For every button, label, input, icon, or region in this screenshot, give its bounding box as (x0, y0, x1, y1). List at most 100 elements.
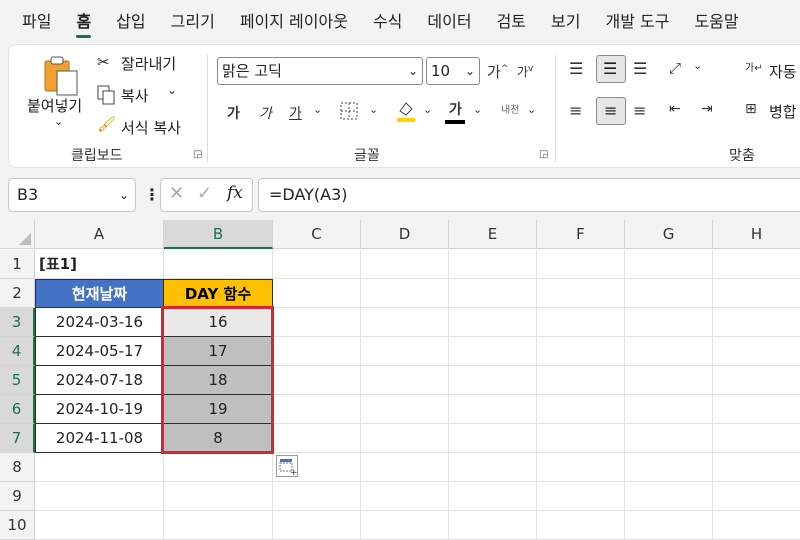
grid-cell[interactable] (625, 482, 713, 511)
row-header-10[interactable]: 10 (0, 511, 35, 540)
grid-cell[interactable] (273, 279, 361, 308)
grid-cell[interactable] (35, 482, 164, 511)
copy-button[interactable]: 복사 (121, 85, 149, 106)
grid-cell[interactable] (361, 453, 449, 482)
row-header-5[interactable]: 5 (0, 366, 35, 395)
grid-cell[interactable] (361, 250, 449, 279)
menu-developer[interactable]: 개발 도구 (605, 0, 669, 44)
column-header-d[interactable]: D (361, 220, 449, 249)
align-right-icon[interactable]: ≡ (633, 101, 646, 120)
name-box[interactable]: B3 ⌄ (8, 178, 136, 212)
grid-cell[interactable] (449, 482, 537, 511)
cell-a3[interactable]: 2024-03-16 (35, 308, 164, 337)
font-color-button[interactable]: 가 (449, 99, 462, 119)
align-middle-button[interactable]: ☰ (596, 55, 626, 83)
wrap-text-icon[interactable]: 가↵ (745, 59, 763, 74)
grid-cell[interactable] (449, 337, 537, 366)
grid-cell[interactable] (537, 308, 625, 337)
italic-button[interactable]: 가 (259, 103, 272, 123)
grid-cell[interactable] (625, 337, 713, 366)
column-header-h[interactable]: H (713, 220, 800, 249)
grid-cell[interactable] (449, 308, 537, 337)
cell-b6[interactable]: 19 (163, 395, 273, 424)
grid-cell[interactable] (713, 482, 800, 511)
formula-input[interactable]: =DAY(A3) (258, 178, 800, 212)
cell-a7[interactable]: 2024-11-08 (35, 424, 164, 453)
increase-indent-icon[interactable]: ⇥ (701, 101, 713, 117)
font-dialog-launcher-icon[interactable]: ◲ (539, 149, 548, 160)
grid-cell[interactable] (449, 366, 537, 395)
decrease-indent-icon[interactable]: ⇤ (669, 101, 681, 117)
grid-cell[interactable] (713, 279, 800, 308)
grid-cell[interactable] (273, 395, 361, 424)
grid-cell[interactable] (361, 424, 449, 453)
menu-review[interactable]: 검토 (497, 0, 526, 44)
cell-a5[interactable]: 2024-07-18 (35, 366, 164, 395)
grid-cell[interactable] (449, 511, 537, 540)
grid-cell[interactable] (361, 337, 449, 366)
paste-button[interactable]: 붙여넣기 (27, 95, 82, 116)
grid-cell[interactable] (273, 337, 361, 366)
cell-a1[interactable]: [표1] (35, 250, 164, 279)
wrap-text-button[interactable]: 자동 (769, 61, 797, 82)
column-header-e[interactable]: E (449, 220, 537, 249)
grid-cell[interactable] (361, 279, 449, 308)
insert-function-icon[interactable]: fx (227, 183, 243, 203)
grid-cell[interactable] (164, 511, 273, 540)
grid-cell[interactable] (625, 424, 713, 453)
underline-dropdown-icon[interactable]: ⌄ (313, 103, 322, 116)
grid-cell[interactable] (713, 453, 800, 482)
grid-cell[interactable] (449, 453, 537, 482)
column-header-g[interactable]: G (625, 220, 713, 249)
grid-cell[interactable] (537, 424, 625, 453)
cell-b7[interactable]: 8 (163, 424, 273, 453)
bold-button[interactable]: 가 (227, 103, 240, 123)
column-header-f[interactable]: F (537, 220, 625, 249)
orientation-icon[interactable]: ⤢ (669, 59, 681, 77)
paste-icon[interactable] (41, 55, 81, 97)
menu-view[interactable]: 보기 (551, 0, 580, 44)
grid-cell[interactable] (625, 250, 713, 279)
grid-cell[interactable] (713, 366, 800, 395)
menu-formulas[interactable]: 수식 (373, 0, 402, 44)
border-icon[interactable] (339, 101, 359, 121)
row-header-1[interactable]: 1 (0, 250, 35, 279)
grid-cell[interactable] (625, 395, 713, 424)
grid-cell[interactable] (537, 395, 625, 424)
clipboard-dialog-launcher-icon[interactable]: ◲ (193, 149, 202, 160)
menu-help[interactable]: 도움말 (694, 0, 738, 44)
font-name-combo[interactable]: 맑은 고딕 ⌄ (217, 57, 423, 85)
menu-insert[interactable]: 삽입 (116, 0, 145, 44)
cell-b2-header[interactable]: DAY 함수 (163, 279, 273, 308)
font-color-dropdown-icon[interactable]: ⌄ (473, 103, 482, 116)
phonetic-button[interactable]: 내천 (501, 101, 519, 116)
menu-page-layout[interactable]: 페이지 레이아웃 (240, 0, 348, 44)
grid-cell[interactable] (361, 366, 449, 395)
cell-a4[interactable]: 2024-05-17 (35, 337, 164, 366)
grow-font-button[interactable]: 가^ (487, 61, 508, 82)
column-header-c[interactable]: C (273, 220, 361, 249)
grid-cell[interactable] (537, 250, 625, 279)
cell-b3[interactable]: 16 (163, 308, 273, 337)
fill-color-dropdown-icon[interactable]: ⌄ (423, 103, 432, 116)
grid-cell[interactable] (273, 424, 361, 453)
select-all-corner[interactable] (0, 220, 35, 249)
menu-data[interactable]: 데이터 (427, 0, 471, 44)
grid-cell[interactable] (164, 453, 273, 482)
grid-cell[interactable] (361, 308, 449, 337)
merge-button[interactable]: 병합 (769, 101, 797, 122)
row-header-4[interactable]: 4 (0, 337, 35, 366)
format-painter-button[interactable]: 서식 복사 (121, 117, 181, 138)
grid-cell[interactable] (449, 279, 537, 308)
grid-cell[interactable] (625, 279, 713, 308)
border-dropdown-icon[interactable]: ⌄ (369, 103, 378, 116)
grid-cell[interactable] (449, 395, 537, 424)
grid-cell[interactable] (625, 308, 713, 337)
grid-cell[interactable] (625, 366, 713, 395)
paste-dropdown-icon[interactable]: ⌄ (54, 115, 63, 128)
more-options-icon[interactable]: ⋮ (144, 187, 160, 203)
grid-cell[interactable] (537, 366, 625, 395)
grid-cell[interactable] (273, 308, 361, 337)
underline-button[interactable]: 가 (289, 103, 302, 123)
row-header-3[interactable]: 3 (0, 308, 35, 337)
